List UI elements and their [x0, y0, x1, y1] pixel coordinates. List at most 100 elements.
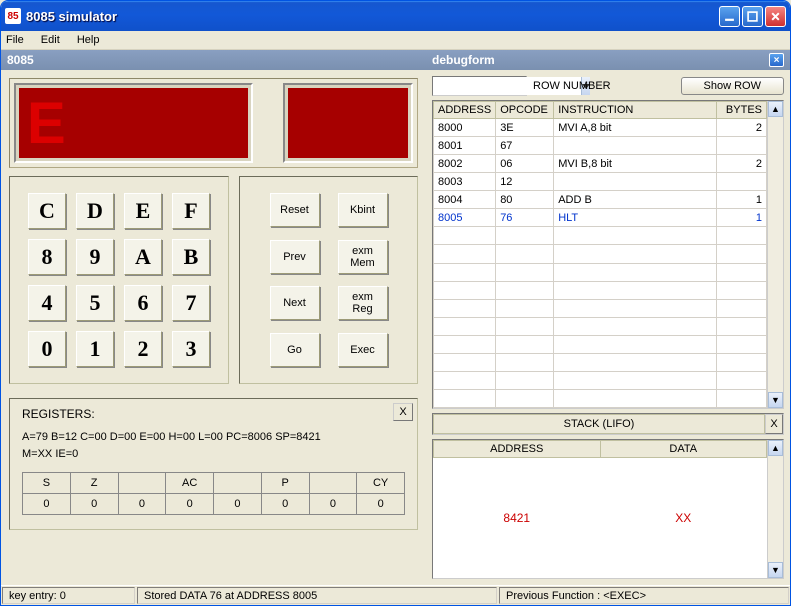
status-stored: Stored DATA 76 at ADDRESS 8005 — [137, 587, 497, 604]
key-f[interactable]: F — [172, 193, 210, 229]
key-e[interactable]: E — [124, 193, 162, 229]
table-row[interactable] — [434, 227, 767, 245]
registers-values: A=79 B=12 C=00 D=00 E=00 H=00 L=00 PC=80… — [22, 429, 405, 462]
key-7[interactable]: 7 — [172, 285, 210, 321]
minimize-button[interactable] — [719, 6, 740, 27]
instruction-table[interactable]: ADDRESS OPCODE INSTRUCTION BYTES 80003EM… — [433, 101, 767, 408]
key-2[interactable]: 2 — [124, 331, 162, 367]
registers-line2: M=XX IE=0 — [22, 446, 405, 463]
table-row[interactable] — [434, 281, 767, 299]
key-6[interactable]: 6 — [124, 285, 162, 321]
stack-title: STACK (LIFO) — [433, 414, 765, 434]
kbint-button[interactable]: Kbint — [338, 193, 388, 227]
inst-scrollbar[interactable]: ▲ ▼ — [767, 101, 783, 408]
stack-close-button[interactable]: X — [765, 414, 783, 434]
col-instruction[interactable]: INSTRUCTION — [554, 102, 717, 119]
scroll-down-button[interactable]: ▼ — [768, 392, 783, 408]
window-title: 8085 simulator — [26, 9, 719, 24]
key-5[interactable]: 5 — [76, 285, 114, 321]
table-row[interactable] — [434, 263, 767, 281]
flag-ac-val: 0 — [166, 494, 214, 515]
stack-col-data[interactable]: DATA — [600, 441, 767, 458]
exm-mem-button[interactable]: exm Mem — [338, 240, 388, 274]
stack-col-address[interactable]: ADDRESS — [434, 441, 601, 458]
table-row[interactable] — [434, 353, 767, 371]
key-a[interactable]: A — [124, 239, 162, 275]
panel-debug-header: debugform × — [426, 50, 790, 70]
menubar: File Edit Help — [1, 31, 790, 50]
table-row[interactable] — [434, 299, 767, 317]
col-address[interactable]: ADDRESS — [434, 102, 496, 119]
stack-scroll-down-button[interactable]: ▼ — [768, 562, 783, 578]
flag-blank2-hdr — [214, 473, 262, 494]
key-1[interactable]: 1 — [76, 331, 114, 367]
key-b[interactable]: B — [172, 239, 210, 275]
menu-edit[interactable]: Edit — [41, 34, 60, 46]
col-bytes[interactable]: BYTES — [717, 102, 767, 119]
key-d[interactable]: D — [76, 193, 114, 229]
prev-button[interactable]: Prev — [270, 240, 320, 274]
scroll-track[interactable] — [768, 117, 783, 392]
table-row[interactable] — [434, 371, 767, 389]
flag-z-val: 0 — [70, 494, 118, 515]
flag-s-val: 0 — [23, 494, 71, 515]
stack-scrollbar[interactable]: ▲ ▼ — [767, 440, 783, 578]
next-button[interactable]: Next — [270, 286, 320, 320]
stack-header: STACK (LIFO) X — [432, 413, 784, 435]
maximize-button[interactable] — [742, 6, 763, 27]
key-9[interactable]: 9 — [76, 239, 114, 275]
show-row-button[interactable]: Show ROW — [681, 77, 784, 95]
flags-table: S Z AC P CY 0 0 0 — [22, 472, 405, 515]
control-pad: Reset Kbint Prev exm Mem Next exm Reg — [239, 176, 418, 384]
registers-close-button[interactable]: X — [393, 403, 413, 421]
titlebar: 85 8085 simulator — [1, 1, 790, 31]
scroll-up-button[interactable]: ▲ — [768, 101, 783, 117]
key-c[interactable]: C — [28, 193, 66, 229]
table-row[interactable]: 80003EMVI A,8 bit2 — [434, 119, 767, 137]
key-8[interactable]: 8 — [28, 239, 66, 275]
status-key-entry: key entry: 0 — [2, 587, 135, 604]
display-group: E — [9, 78, 418, 168]
key-4[interactable]: 4 — [28, 285, 66, 321]
table-row[interactable]: 800480ADD B1 — [434, 191, 767, 209]
flag-blank1-hdr — [118, 473, 166, 494]
flag-cy-hdr: CY — [357, 473, 405, 494]
key-3[interactable]: 3 — [172, 331, 210, 367]
table-row[interactable]: 8421XX — [434, 458, 767, 579]
reset-button[interactable]: Reset — [270, 193, 320, 227]
flag-ac-hdr: AC — [166, 473, 214, 494]
status-prev-fn: Previous Function : <EXEC> — [499, 587, 789, 604]
rownum-label: ROW NUMBER — [533, 80, 611, 92]
stack-table[interactable]: ADDRESS DATA 8421XX — [433, 440, 767, 578]
statusbar: key entry: 0 Stored DATA 76 at ADDRESS 8… — [1, 585, 790, 605]
menu-help[interactable]: Help — [77, 34, 100, 46]
col-opcode[interactable]: OPCODE — [496, 102, 554, 119]
panel-8085-title: 8085 — [7, 53, 34, 67]
registers-line1: A=79 B=12 C=00 D=00 E=00 H=00 L=00 PC=80… — [22, 429, 405, 446]
flag-blank3-val: 0 — [309, 494, 357, 515]
flag-blank1-val: 0 — [118, 494, 166, 515]
table-row[interactable]: 800206MVI B,8 bit2 — [434, 155, 767, 173]
exec-button[interactable]: Exec — [338, 333, 388, 367]
table-row[interactable] — [434, 317, 767, 335]
close-button[interactable] — [765, 6, 786, 27]
flag-z-hdr: Z — [70, 473, 118, 494]
table-row[interactable]: 800167 — [434, 137, 767, 155]
go-button[interactable]: Go — [270, 333, 320, 367]
keypad: C D E F 8 9 A B 4 5 — [9, 176, 229, 384]
key-0[interactable]: 0 — [28, 331, 66, 367]
display-right — [288, 88, 408, 158]
rownum-combo[interactable] — [432, 76, 527, 96]
panel-debug-title: debugform — [432, 53, 495, 67]
flag-cy-val: 0 — [357, 494, 405, 515]
table-row[interactable] — [434, 389, 767, 407]
stack-scroll-up-button[interactable]: ▲ — [768, 440, 783, 456]
exm-reg-button[interactable]: exm Reg — [338, 286, 388, 320]
stack-scroll-track[interactable] — [768, 456, 783, 562]
table-row[interactable] — [434, 245, 767, 263]
panel-debug-close-button[interactable]: × — [769, 53, 784, 67]
table-row[interactable] — [434, 335, 767, 353]
table-row[interactable]: 800576HLT1 — [434, 209, 767, 227]
menu-file[interactable]: File — [6, 34, 24, 46]
table-row[interactable]: 800312 — [434, 173, 767, 191]
